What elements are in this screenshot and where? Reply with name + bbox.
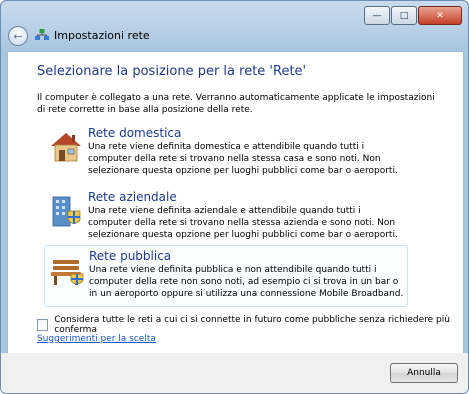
office-building-icon: [52, 196, 81, 227]
cancel-button[interactable]: Annulla: [390, 363, 458, 383]
maximize-button[interactable]: □: [391, 6, 417, 25]
help-link[interactable]: Suggerimenti per la scelta: [37, 334, 156, 344]
title-bar: — □ ✕ ← Impostazioni rete: [1, 1, 468, 51]
option-home-network[interactable]: Rete domestica Una rete viene definita d…: [44, 123, 406, 183]
close-button[interactable]: ✕: [418, 6, 462, 25]
option-public-title: Rete pubblica: [89, 249, 172, 263]
page-title: Selezionare la posizione per la rete 'Re…: [37, 64, 307, 79]
intro-text: Il computer è collegato a una rete. Verr…: [37, 93, 435, 115]
network-settings-window: — □ ✕ ← Impostazioni rete Selezionare la…: [0, 0, 469, 394]
minimize-icon: —: [372, 10, 382, 21]
minimize-button[interactable]: —: [364, 6, 390, 25]
caption-buttons: — □ ✕: [363, 6, 462, 25]
content-panel: Selezionare la posizione per la rete 'Re…: [7, 51, 464, 354]
option-home-description: Una rete viene definita domestica e atte…: [88, 142, 398, 176]
option-work-network[interactable]: Rete aziendale Una rete viene definita a…: [44, 187, 406, 247]
option-work-description: Una rete viene definita aziendale e atte…: [88, 206, 398, 240]
treat-future-networks-as-public: Considera tutte le reti a cui ci si conn…: [37, 315, 463, 335]
network-icon: [35, 29, 49, 40]
maximize-icon: □: [399, 10, 409, 21]
option-home-title: Rete domestica: [88, 126, 182, 140]
future-public-checkbox-label[interactable]: Considera tutte le reti a cui ci si conn…: [54, 315, 463, 335]
option-work-title: Rete aziendale: [88, 190, 177, 204]
house-icon: [51, 133, 81, 162]
back-arrow-icon: ←: [13, 29, 23, 43]
future-public-checkbox[interactable]: [37, 319, 49, 331]
park-bench-icon: [51, 260, 84, 285]
dialog-footer: Annulla: [1, 353, 468, 393]
window-title: Impostazioni rete: [54, 29, 150, 42]
option-public-description: Una rete viene definita pubblica e non a…: [89, 265, 404, 299]
back-button[interactable]: ←: [8, 26, 28, 46]
option-public-network[interactable]: Rete pubblica Una rete viene definita pu…: [44, 245, 408, 307]
close-icon: ✕: [436, 10, 444, 21]
